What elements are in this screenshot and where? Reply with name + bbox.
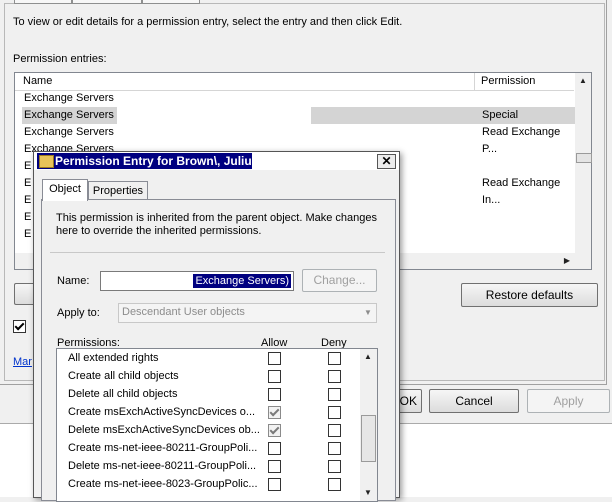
deny-checkbox[interactable] bbox=[328, 478, 341, 491]
scroll-thumb[interactable] bbox=[361, 415, 376, 462]
list-item: Delete ms-net-ieee-80211-GroupPoli... bbox=[57, 457, 359, 475]
column-header-permission[interactable]: Permission bbox=[475, 73, 574, 91]
allow-checkbox[interactable] bbox=[268, 406, 281, 419]
list-item[interactable]: Exchange Servers bbox=[17, 90, 576, 107]
list-item-selected[interactable]: Exchange Servers Special bbox=[17, 107, 576, 124]
permission-entries-label: Permission entries: bbox=[13, 53, 107, 65]
apply-button: Apply bbox=[527, 389, 610, 413]
list-vertical-scrollbar[interactable]: ▲ bbox=[575, 73, 592, 269]
deny-checkbox[interactable] bbox=[328, 424, 341, 437]
instruction-text: To view or edit details for a permission… bbox=[13, 16, 403, 28]
deny-checkbox[interactable] bbox=[328, 460, 341, 473]
chevron-down-icon: ▼ bbox=[364, 308, 372, 317]
apply-to-select: Descendant User objects ▼ bbox=[118, 303, 377, 323]
restore-defaults-button[interactable]: Restore defaults bbox=[461, 283, 598, 307]
column-header-name[interactable]: Name bbox=[15, 73, 475, 91]
list-item: Create ms-net-ieee-80211-GroupPoli... bbox=[57, 439, 359, 457]
deny-checkbox[interactable] bbox=[328, 370, 341, 383]
name-field[interactable]: Exchange Servers) bbox=[100, 271, 294, 291]
allow-checkbox[interactable] bbox=[268, 478, 281, 491]
scroll-up-arrow-icon[interactable]: ▲ bbox=[575, 73, 591, 89]
list-item[interactable]: Exchange Servers Read Exchange P... bbox=[17, 124, 576, 155]
list-item: Delete msExchActiveSyncDevices ob... bbox=[57, 421, 359, 439]
tab-strip bbox=[12, 0, 202, 4]
change-button: Change... bbox=[302, 269, 377, 292]
folder-icon bbox=[39, 155, 54, 168]
scroll-down-arrow-icon[interactable]: ▼ bbox=[360, 485, 376, 501]
check-mark-icon bbox=[14, 320, 25, 331]
allow-checkbox[interactable] bbox=[268, 388, 281, 401]
permission-entry-dialog: Permission Entry for Brown\, Julius ✕ Ob… bbox=[33, 151, 400, 502]
allow-checkbox[interactable] bbox=[268, 352, 281, 365]
deny-checkbox[interactable] bbox=[328, 352, 341, 365]
list-item: Delete all child objects bbox=[57, 385, 359, 403]
list-item: All extended rights bbox=[57, 349, 359, 367]
scroll-right-arrow-icon[interactable]: ▶ bbox=[559, 253, 575, 269]
divider bbox=[50, 252, 385, 253]
edit-button-partial[interactable] bbox=[14, 283, 35, 305]
dialog-title: Permission Entry for Brown\, Julius bbox=[55, 154, 259, 168]
apply-to-label: Apply to: bbox=[57, 307, 100, 319]
allow-checkbox[interactable] bbox=[268, 442, 281, 455]
close-button[interactable]: ✕ bbox=[377, 154, 396, 169]
name-value: Exchange Servers) bbox=[193, 274, 291, 288]
deny-checkbox[interactable] bbox=[328, 388, 341, 401]
help-link[interactable]: Mar bbox=[13, 356, 32, 368]
permissions-scrollbar[interactable]: ▲ ▼ bbox=[360, 349, 377, 501]
tab-properties[interactable]: Properties bbox=[88, 181, 148, 200]
permissions-list[interactable]: All extended rights Create all child obj… bbox=[56, 348, 378, 502]
inherited-note: This permission is inherited from the pa… bbox=[56, 212, 377, 237]
allow-checkbox[interactable] bbox=[268, 424, 281, 437]
allow-checkbox[interactable] bbox=[268, 460, 281, 473]
deny-checkbox[interactable] bbox=[328, 406, 341, 419]
scroll-up-arrow-icon[interactable]: ▲ bbox=[360, 349, 376, 365]
cancel-button[interactable]: Cancel bbox=[429, 389, 519, 413]
tab-object[interactable]: Object bbox=[42, 179, 88, 201]
allow-checkbox[interactable] bbox=[268, 370, 281, 383]
scroll-thumb[interactable] bbox=[576, 153, 592, 163]
deny-checkbox[interactable] bbox=[328, 442, 341, 455]
close-icon: ✕ bbox=[381, 154, 392, 168]
list-item: Create msExchActiveSyncDevices o... bbox=[57, 403, 359, 421]
include-inheritable-checkbox[interactable] bbox=[13, 320, 26, 333]
name-label: Name: bbox=[57, 275, 90, 287]
title-bar: Permission Entry for Brown\, Julius ✕ bbox=[34, 152, 399, 170]
list-item: Create all child objects bbox=[57, 367, 359, 385]
list-item: Create ms-net-ieee-8023-GroupPolic... bbox=[57, 475, 359, 493]
